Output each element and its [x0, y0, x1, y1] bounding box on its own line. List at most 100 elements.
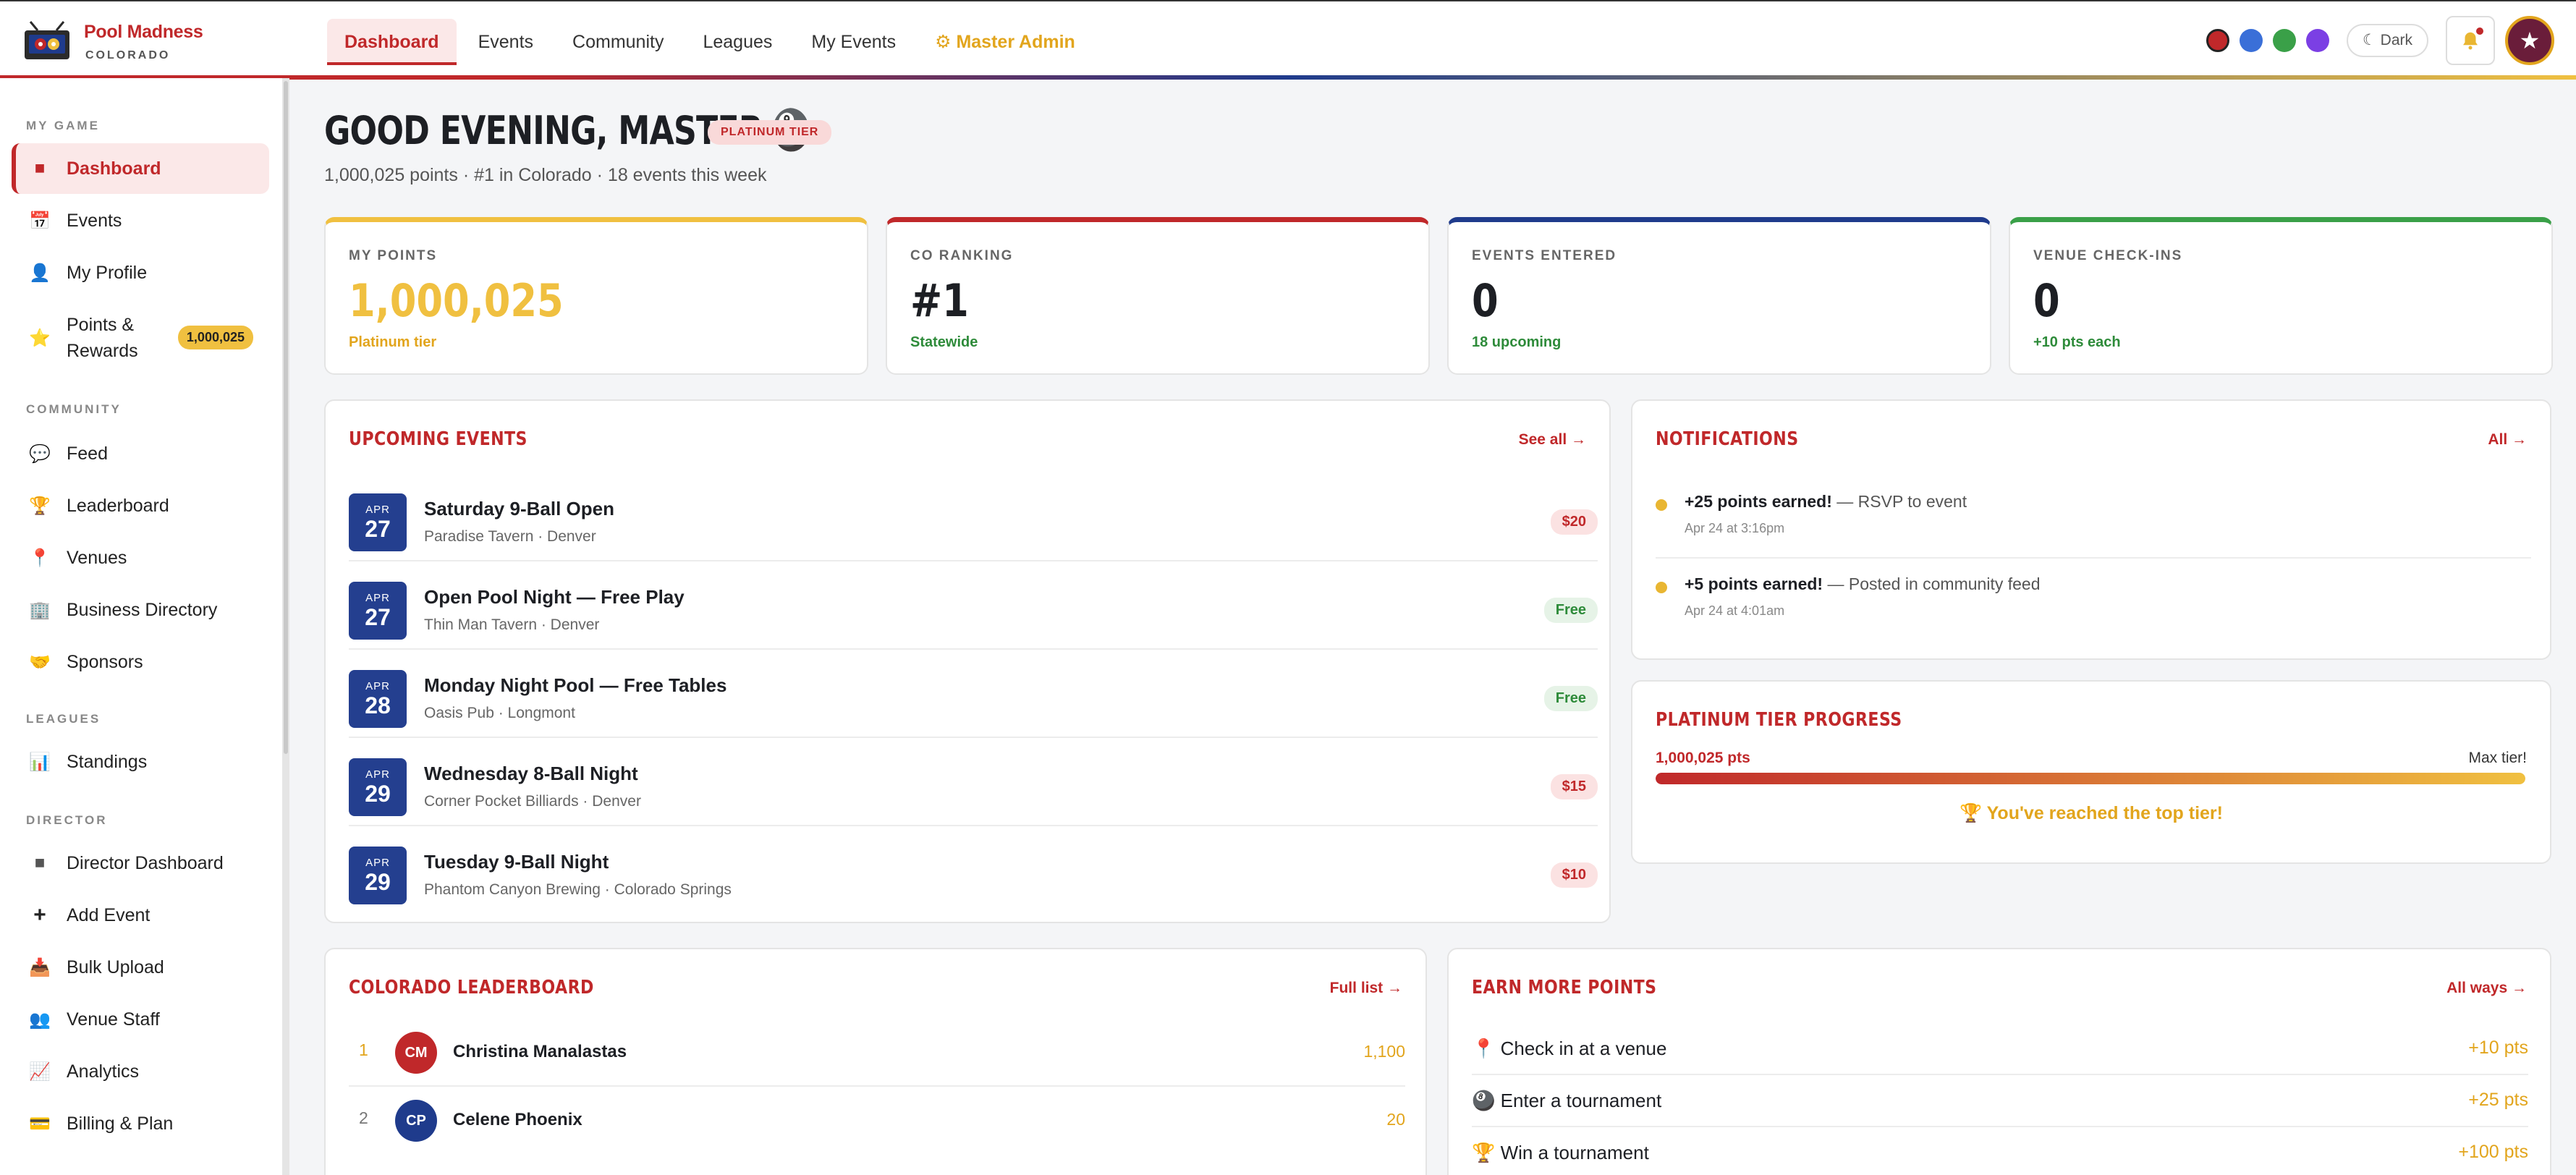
date-day: 27 — [365, 604, 391, 630]
sidebar-item-venue-staff[interactable]: 👥 Venue Staff — [12, 994, 269, 1045]
event-title[interactable]: Tuesday 9-Ball Night — [424, 851, 609, 873]
sidebar-item-business-directory[interactable]: 🏢 Business Directory — [12, 585, 269, 635]
event-title[interactable]: Monday Night Pool — Free Tables — [424, 674, 726, 697]
sidebar-item-my-profile[interactable]: 👤 My Profile — [12, 247, 269, 298]
speech-bubble-icon: 💬 — [29, 444, 51, 464]
stat-value: 1,000,025 — [349, 274, 564, 327]
trophy-icon: 🏆 — [29, 496, 51, 516]
see-all-events-link[interactable]: See all → — [1519, 431, 1586, 449]
sidebar-item-leaderboard[interactable]: 🏆 Leaderboard — [12, 480, 269, 531]
sidebar-item-label: Venue Staff — [67, 1009, 160, 1030]
sidebar-item-label: Feed — [67, 443, 108, 464]
sidebar-item-venues[interactable]: 📍 Venues — [12, 533, 269, 583]
event-row[interactable]: APR 29 Tuesday 9-Ball Night Phantom Cany… — [349, 826, 1598, 915]
theme-swatch-green[interactable] — [2273, 29, 2296, 52]
player-points: 1,100 — [1363, 1042, 1405, 1061]
price-badge: $15 — [1550, 774, 1598, 799]
sidebar-item-sponsors[interactable]: 🤝 Sponsors — [12, 637, 269, 687]
earn-row: 🏆 Win a tournament +100 pts — [1472, 1127, 2528, 1175]
earn-row: 📍 Check in at a venue +10 pts — [1472, 1023, 2528, 1075]
stat-foot: 18 upcoming — [1472, 334, 1562, 350]
inbox-icon: 📥 — [29, 957, 51, 977]
trend-chart-icon: 📈 — [29, 1061, 51, 1082]
nav-dashboard[interactable]: Dashboard — [327, 19, 457, 65]
sidebar-item-billing-plan[interactable]: 💳 Billing & Plan — [12, 1098, 269, 1149]
greeting-text: GOOD EVENING, MASTER — [324, 107, 763, 153]
sidebar-item-analytics[interactable]: 📈 Analytics — [12, 1046, 269, 1097]
stat-card-my-points: MY POINTS 1,000,025 Platinum tier — [324, 217, 868, 375]
date-day: 28 — [365, 692, 391, 718]
theme-swatch-purple[interactable] — [2306, 29, 2329, 52]
nav-events[interactable]: Events — [461, 19, 551, 65]
summary-line: 1,000,025 points · #1 in Colorado · 18 e… — [324, 165, 767, 185]
sidebar-item-label: Bulk Upload — [67, 956, 164, 977]
sidebar-section-community: COMMUNITY — [26, 402, 122, 416]
pool-madness-logo[interactable] — [22, 19, 72, 62]
player-name[interactable]: Celene Phoenix — [453, 1110, 582, 1130]
date-month: APR — [365, 857, 390, 869]
dark-mode-toggle[interactable]: ☾ Dark — [2347, 24, 2428, 57]
date-badge: APR 28 — [349, 670, 407, 728]
top-bar: Pool Madness COLORADO Dashboard Events C… — [0, 0, 2576, 80]
earn-points: +25 pts — [2468, 1090, 2528, 1110]
nav-my-events[interactable]: My Events — [794, 19, 913, 65]
all-ways-link[interactable]: All ways → — [2446, 980, 2527, 997]
sidebar-item-feed[interactable]: 💬 Feed — [12, 428, 269, 479]
stat-foot: Platinum tier — [349, 334, 437, 350]
avatar: CM — [395, 1032, 437, 1074]
sidebar-item-add-event[interactable]: + Add Event — [12, 890, 269, 941]
sidebar-item-points-rewards[interactable]: ⭐ Points & Rewards 1,000,025 — [12, 307, 269, 369]
earn-points: +100 pts — [2458, 1142, 2528, 1162]
full-leaderboard-link[interactable]: Full list → — [1330, 980, 1402, 997]
notification-time: Apr 24 at 4:01am — [1685, 603, 1785, 618]
notification-headline: +25 points earned! — [1685, 492, 1832, 511]
main-nav: Dashboard Events Community Leagues My Ev… — [327, 19, 1093, 65]
rank-number: 2 — [359, 1108, 368, 1127]
theme-swatch-red[interactable] — [2206, 29, 2229, 52]
sidebar-item-events[interactable]: 📅 Events — [12, 195, 269, 246]
price-badge: $20 — [1550, 509, 1598, 535]
notification-dot — [1656, 582, 1667, 593]
sidebar-item-dashboard[interactable]: ■ Dashboard — [12, 143, 269, 194]
sidebar: MY GAME ■ Dashboard 📅 Events 👤 My Profil… — [0, 78, 282, 1175]
map-pin-icon: 📍 — [29, 548, 51, 568]
tier-points: 1,000,025 pts — [1656, 750, 1750, 766]
sidebar-item-bulk-upload[interactable]: 📥 Bulk Upload — [12, 942, 269, 993]
brand-name[interactable]: Pool Madness — [84, 22, 203, 43]
sidebar-item-standings[interactable]: 📊 Standings — [12, 737, 269, 787]
panel-title: COLORADO LEADERBOARD — [349, 977, 594, 998]
sidebar-item-director-dashboard[interactable]: ■ Director Dashboard — [12, 838, 269, 888]
star-icon: ⭐ — [29, 328, 51, 348]
stat-label: CO RANKING — [910, 248, 1014, 263]
user-avatar[interactable]: ★ — [2505, 16, 2554, 65]
date-badge: APR 27 — [349, 582, 407, 640]
notification-dot — [1656, 499, 1667, 511]
date-month: APR — [365, 504, 390, 516]
event-row[interactable]: APR 27 Saturday 9-Ball Open Paradise Tav… — [349, 473, 1598, 561]
calendar-icon: 📅 — [29, 211, 51, 231]
theme-swatch-blue[interactable] — [2240, 29, 2263, 52]
brand-subtitle: COLORADO — [85, 49, 171, 61]
leaderboard-row[interactable]: 1 CM Christina Manalastas 1,100 — [349, 1019, 1405, 1087]
sidebar-scrollbar-thumb[interactable] — [284, 81, 288, 754]
event-row[interactable]: APR 29 Wednesday 8-Ball Night Corner Poc… — [349, 738, 1598, 826]
event-venue: Oasis Pub · Longmont — [424, 705, 575, 721]
notification-text: +25 points earned! — RSVP to event — [1685, 492, 1967, 512]
tier-max-label: Max tier! — [2468, 750, 2527, 766]
stat-value: 0 — [1472, 274, 1499, 327]
sidebar-section-leagues: LEAGUES — [26, 712, 101, 726]
all-notifications-link[interactable]: All → — [2488, 431, 2527, 449]
leaderboard-row[interactable]: 2 CP Celene Phoenix 20 — [349, 1087, 1405, 1155]
notifications-button[interactable] — [2446, 16, 2495, 65]
event-title[interactable]: Open Pool Night — Free Play — [424, 586, 685, 608]
event-title[interactable]: Wednesday 8-Ball Night — [424, 763, 638, 785]
nav-master-admin[interactable]: ⚙ Master Admin — [918, 19, 1093, 65]
event-row[interactable]: APR 28 Monday Night Pool — Free Tables O… — [349, 650, 1598, 738]
nav-leagues[interactable]: Leagues — [685, 19, 789, 65]
player-name[interactable]: Christina Manalastas — [453, 1042, 627, 1062]
event-title[interactable]: Saturday 9-Ball Open — [424, 498, 614, 520]
event-row[interactable]: APR 27 Open Pool Night — Free Play Thin … — [349, 561, 1598, 650]
date-day: 29 — [365, 869, 391, 895]
nav-community[interactable]: Community — [555, 19, 681, 65]
stat-card-co-ranking: CO RANKING #1 Statewide — [886, 217, 1430, 375]
